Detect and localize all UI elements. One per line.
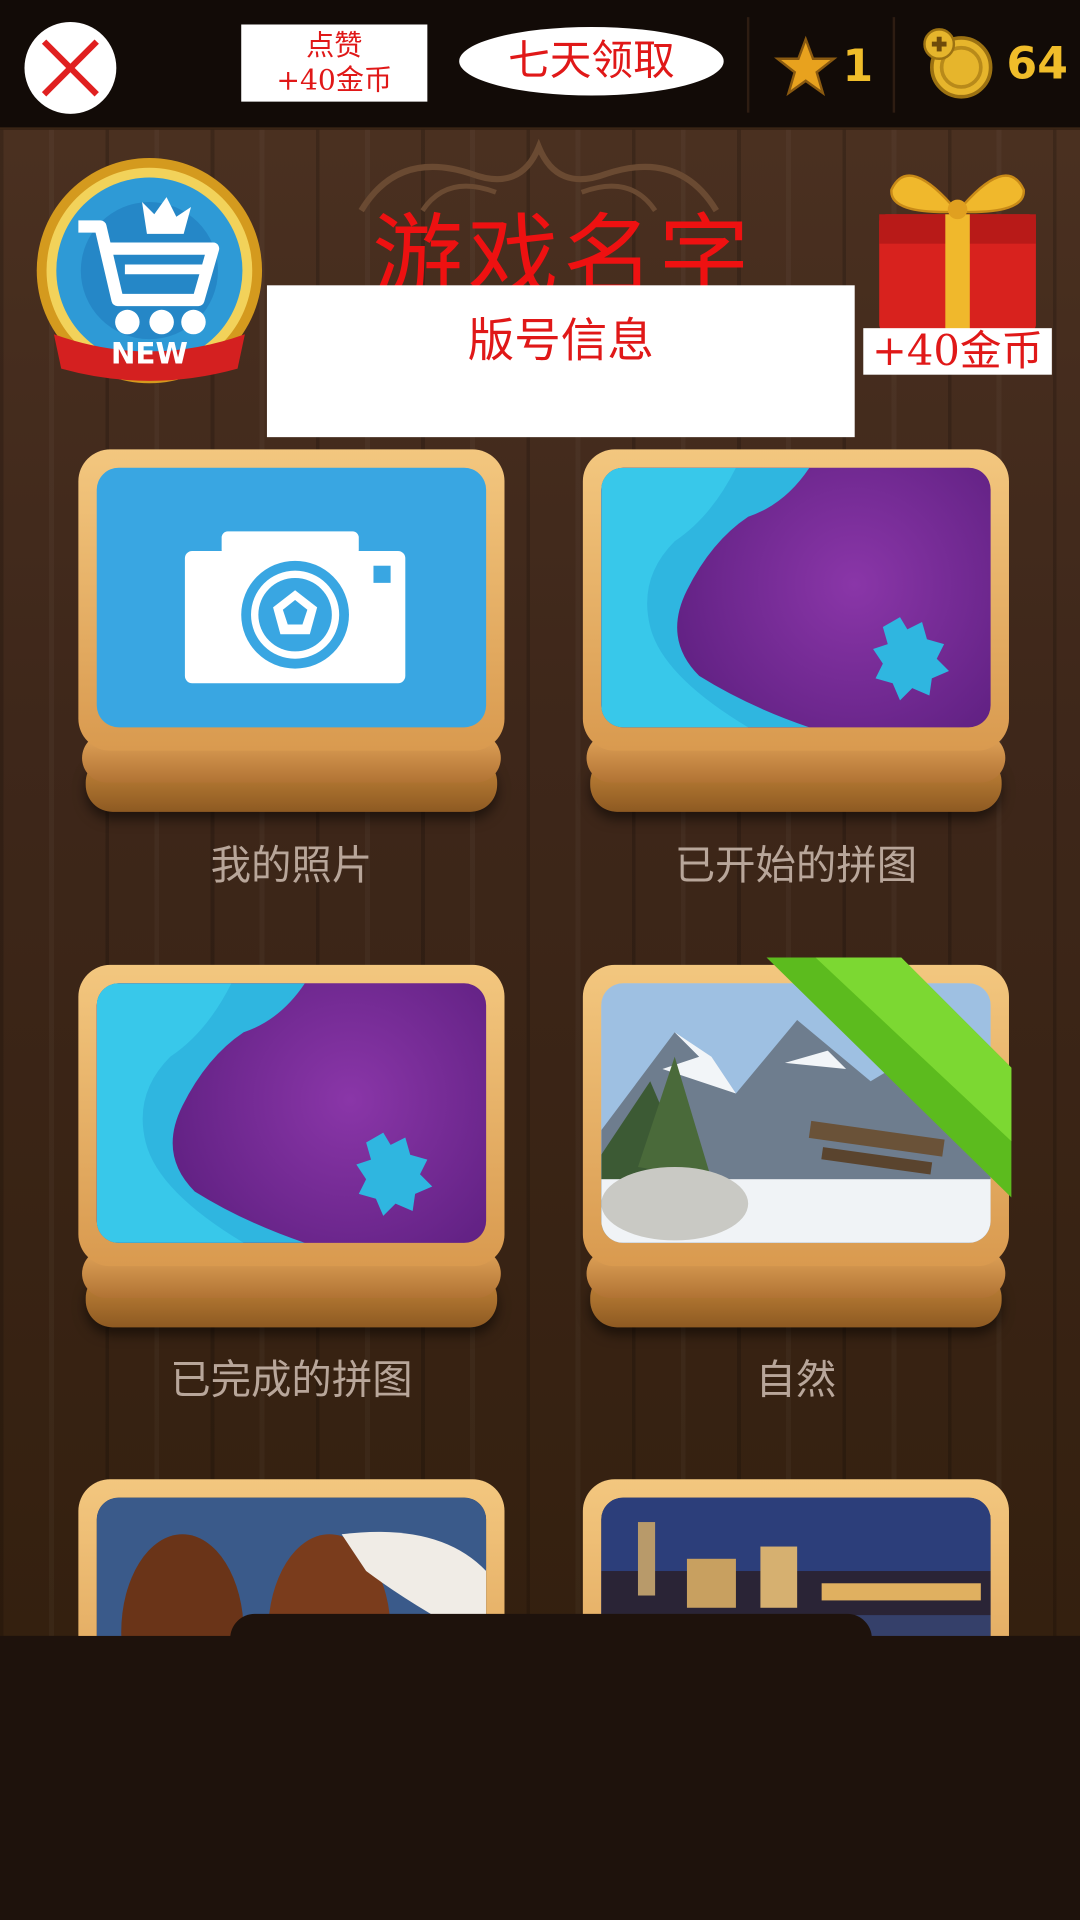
like-reward-button[interactable]: 点赞 +40金币	[241, 24, 428, 102]
bottom-tab	[230, 1613, 872, 1663]
close-button[interactable]	[24, 22, 117, 114]
new-ribbon	[766, 957, 1012, 1198]
coin-counter[interactable]: 64	[921, 24, 1068, 102]
like-label: 点赞	[306, 30, 363, 63]
star-counter: 1	[774, 32, 873, 101]
puzzle-icon	[96, 983, 433, 1243]
tile-label: 我的照片	[210, 841, 373, 889]
divider	[892, 17, 896, 113]
tile-label: 已完成的拼图	[170, 1355, 413, 1404]
tile-my-photos[interactable]	[78, 449, 505, 812]
star-icon	[774, 35, 838, 97]
seven-day-claim-button[interactable]: 七天领取	[459, 26, 724, 96]
like-reward-label: +40金币	[276, 64, 393, 97]
top-bar: 点赞 +40金币 七天领取 1 64	[0, 0, 1080, 130]
puzzle-icon	[601, 467, 949, 728]
shop-new-button[interactable]: NEW	[29, 153, 269, 393]
new-badge-label: NEW	[110, 336, 188, 372]
bottom-panel	[0, 1635, 1080, 1920]
tile-label: 自然	[755, 1355, 837, 1404]
camera-icon	[184, 531, 406, 684]
tile-started-puzzles[interactable]	[582, 449, 1009, 812]
version-info: 版号信息	[266, 285, 855, 438]
gift-icon[interactable]	[872, 153, 1043, 337]
star-count: 1	[842, 41, 874, 92]
close-icon	[41, 39, 99, 97]
coin-count: 64	[1006, 38, 1068, 89]
tile-label: 已开始的拼图	[674, 841, 918, 889]
coin-plus-icon	[923, 28, 993, 99]
divider	[746, 17, 750, 113]
tile-completed-puzzles[interactable]	[78, 964, 505, 1328]
gift-reward-label: +40金币	[863, 328, 1052, 375]
tile-nature[interactable]	[582, 957, 1012, 1328]
